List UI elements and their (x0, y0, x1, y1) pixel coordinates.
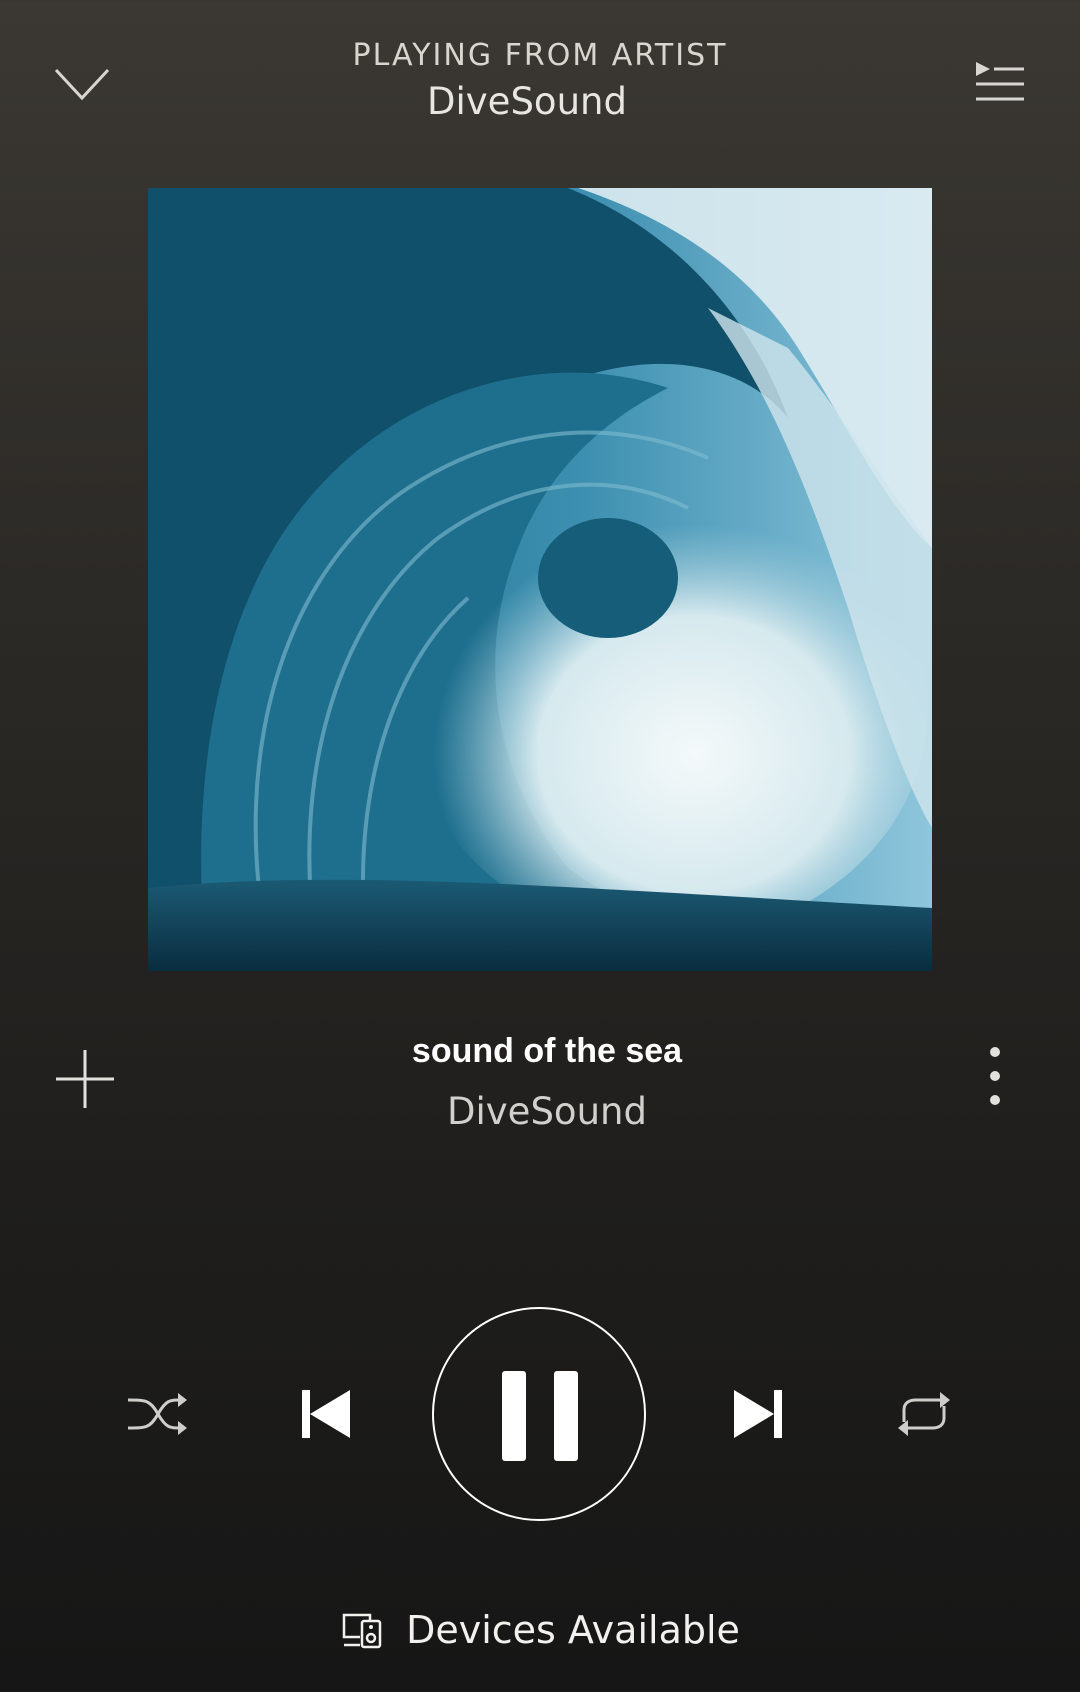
pause-icon (502, 1371, 526, 1461)
shuffle-icon[interactable] (126, 1386, 188, 1442)
skip-next-icon[interactable] (732, 1388, 784, 1440)
wave-artwork-image (148, 188, 932, 971)
devices-available-button[interactable]: Devices Available (0, 1608, 1080, 1652)
track-title[interactable]: sound of the sea (0, 1032, 1080, 1071)
track-artist[interactable]: DiveSound (0, 1090, 1080, 1133)
repeat-icon[interactable] (894, 1388, 954, 1440)
queue-icon[interactable] (972, 58, 1028, 108)
more-vertical-icon[interactable] (980, 1044, 1010, 1116)
devices-label: Devices Available (406, 1608, 740, 1652)
context-name[interactable]: DiveSound (0, 80, 1054, 123)
pause-button[interactable] (432, 1307, 646, 1521)
playing-from-label: PLAYING FROM ARTIST (352, 38, 728, 73)
devices-icon (340, 1611, 384, 1649)
pause-icon-bar (554, 1371, 578, 1461)
album-artwork (148, 188, 932, 971)
skip-previous-icon[interactable] (300, 1388, 352, 1440)
